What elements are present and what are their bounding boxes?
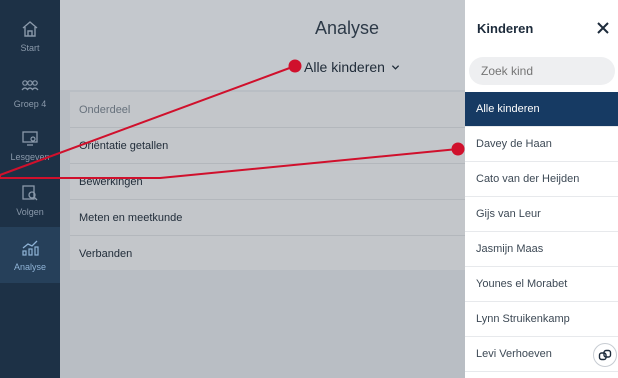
filter-label: Alle kinderen (304, 59, 385, 75)
row-label: Meten en meetkunde (79, 211, 183, 224)
column-header-onderdeel: Onderdeel (79, 103, 131, 116)
list-item[interactable]: Jasmijn Maas (465, 232, 618, 267)
nav-label-analyse: Analyse (13, 262, 47, 272)
list-item[interactable]: Younes el Morabet (465, 267, 618, 302)
nav-item-volgen[interactable]: Volgen (0, 172, 60, 228)
list-item[interactable]: Lynn Struikenkamp (465, 302, 618, 337)
nav-label-start: Start (20, 43, 40, 53)
table-header: Onderdeel (70, 92, 465, 128)
nav-item-lesgeven[interactable]: Lesgeven (0, 117, 60, 173)
follow-icon (22, 185, 38, 201)
home-icon (22, 21, 38, 37)
main-content: Analyse Alle kinderen Onderdeel Oriëntat… (60, 0, 465, 378)
list-item[interactable]: Cato van der Heijden (465, 162, 618, 197)
children-list: Alle kinderen Davey de Haan Cato van der… (465, 92, 618, 372)
chart-icon (22, 240, 39, 256)
nav-label-groep-4: Groep 4 (13, 99, 47, 109)
group-icon (21, 80, 39, 91)
nav-label-lesgeven: Lesgeven (10, 152, 50, 162)
nav-item-groep-4[interactable]: Groep 4 (0, 64, 60, 120)
row-label: Bewerkingen (79, 175, 143, 188)
chevron-down-icon (391, 64, 400, 70)
teach-icon (22, 131, 38, 146)
list-item[interactable]: Gijs van Leur (465, 197, 618, 232)
list-item-all-children[interactable]: Alle kinderen (465, 92, 618, 127)
nav-item-analyse[interactable]: Analyse (0, 227, 60, 283)
children-drawer: Kinderen Alle kinderen Davey de Haan Cat… (465, 0, 618, 378)
row-label: Verbanden (79, 248, 133, 260)
table-row[interactable]: Oriëntatie getallen (70, 128, 465, 164)
page-title: Analyse (315, 18, 380, 38)
table-row[interactable]: Bewerkingen (70, 164, 465, 200)
help-button[interactable] (593, 343, 617, 367)
close-icon[interactable] (595, 20, 611, 36)
drawer-title: Kinderen (477, 21, 534, 36)
analysis-table: Onderdeel Oriëntatie getallen Bewerkinge… (70, 92, 465, 270)
list-item[interactable]: Davey de Haan (465, 127, 618, 162)
nav-label-volgen: Volgen (16, 207, 44, 217)
nav-item-start[interactable]: Start (0, 8, 60, 64)
table-row[interactable]: Verbanden (70, 236, 465, 272)
row-label: Oriëntatie getallen (79, 139, 169, 152)
link-icon (598, 349, 612, 361)
children-filter-dropdown[interactable]: Alle kinderen (304, 59, 400, 75)
table-row[interactable]: Meten en meetkunde (70, 200, 465, 236)
page-header: Analyse Alle kinderen (60, 0, 465, 90)
search-child-input[interactable] (469, 57, 615, 85)
sidebar-nav: Start Groep 4 Lesgeven Volgen Analyse (0, 0, 60, 378)
